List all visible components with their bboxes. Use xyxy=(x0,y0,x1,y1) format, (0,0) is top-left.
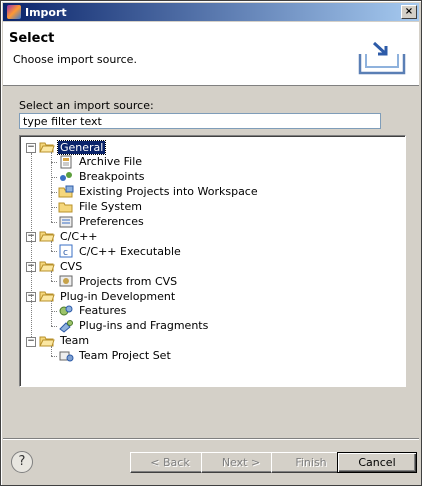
folder-open-icon xyxy=(39,334,55,348)
source-label: Select an import source: xyxy=(19,99,154,112)
projects-from-cvs-icon xyxy=(58,274,74,288)
tree-item-label: File System xyxy=(79,200,142,214)
cancel-button[interactable]: Cancel xyxy=(337,452,417,473)
tree-group-label: General xyxy=(56,139,107,155)
folder-open-icon xyxy=(39,289,55,303)
import-dialog: Import × Select Choose import source. Se… xyxy=(0,0,422,486)
archive-file-icon xyxy=(58,155,74,169)
filter-input[interactable] xyxy=(19,113,381,129)
tree-item-file-system[interactable]: File System xyxy=(58,200,144,214)
tree-item-label: Preferences xyxy=(79,215,144,228)
tree-item-c-c-executable[interactable]: c C/C++ Executable xyxy=(58,244,183,258)
folder-open-icon xyxy=(39,259,55,273)
window-title: Import xyxy=(25,5,67,19)
tree-item-breakpoints[interactable]: Breakpoints xyxy=(58,170,147,184)
back-button[interactable]: < Back xyxy=(130,452,210,473)
tree-group-label: Team xyxy=(60,334,90,348)
plug-ins-and-fragments-icon xyxy=(58,319,74,333)
folder-open-icon xyxy=(39,229,55,243)
tree-item-preferences[interactable]: Preferences xyxy=(58,215,146,229)
tree-connector xyxy=(51,271,52,282)
tree-item-team-project-set[interactable]: Team Project Set xyxy=(58,349,173,363)
tree-group-c-c[interactable]: C/C++ xyxy=(39,229,100,243)
tree-connector xyxy=(51,345,52,356)
help-icon[interactable]: ? xyxy=(11,451,33,473)
tree-item-label: Archive File xyxy=(79,155,143,169)
tree-connector xyxy=(51,301,52,326)
tree-group-label: CVS xyxy=(60,259,83,273)
tree-connector xyxy=(51,325,57,327)
tree-connector xyxy=(51,281,57,283)
tree-item-label: Plug-ins and Fragments xyxy=(79,319,209,333)
tree-connector xyxy=(51,251,57,253)
wizard-banner: Select Choose import source. xyxy=(3,22,419,86)
tree-connector xyxy=(51,221,57,223)
tree-connector xyxy=(31,153,32,337)
tree-item-features[interactable]: Features xyxy=(58,304,128,318)
breakpoints-icon xyxy=(58,170,74,184)
tree-connector xyxy=(51,241,52,252)
tree-item-label: Features xyxy=(79,304,127,318)
tree-item-label: Existing Projects into Workspace xyxy=(79,185,258,199)
import-wizard-icon xyxy=(358,41,406,75)
tree-item-archive-file[interactable]: Archive File xyxy=(58,155,144,169)
tree-item-existing-projects-into-workspace[interactable]: Existing Projects into Workspace xyxy=(58,185,260,199)
tree-item-plug-ins-and-fragments[interactable]: Plug-ins and Fragments xyxy=(58,319,210,333)
tree-group-team[interactable]: Team xyxy=(39,334,91,348)
tree-connector xyxy=(51,152,52,222)
tree-item-label: Breakpoints xyxy=(79,170,145,184)
tree-group-cvs[interactable]: CVS xyxy=(39,259,84,273)
existing-projects-into-workspace-icon xyxy=(58,185,74,199)
tree-group-label: C/C++ xyxy=(60,229,98,243)
svg-text:c: c xyxy=(63,248,68,258)
tree-item-projects-from-cvs[interactable]: Projects from CVS xyxy=(58,274,179,288)
tree-connector xyxy=(51,355,57,357)
tree-group-plug-in-development[interactable]: Plug-in Development xyxy=(39,289,177,303)
file-system-icon xyxy=(58,200,74,214)
tree-group-label: Plug-in Development xyxy=(60,289,176,303)
preferences-icon xyxy=(58,215,74,229)
page-title: Select xyxy=(9,31,55,46)
close-button[interactable]: × xyxy=(401,5,417,19)
tree-group-general[interactable]: General xyxy=(39,139,107,155)
title-bar[interactable]: Import × xyxy=(3,3,419,21)
expander-team[interactable]: − xyxy=(26,336,36,347)
features-icon xyxy=(58,304,74,318)
team-project-set-icon xyxy=(58,349,74,363)
eclipse-app-icon xyxy=(7,5,21,19)
tree-item-label: C/C++ Executable xyxy=(79,244,181,258)
folder-open-icon xyxy=(39,140,55,154)
tree-item-label: Team Project Set xyxy=(79,349,171,363)
button-bar-separator xyxy=(3,438,419,440)
import-source-tree[interactable]: − General Archive File Breakpoints Existing … xyxy=(19,135,406,387)
page-description: Choose import source. xyxy=(13,53,137,66)
c-c-executable-icon: c xyxy=(58,244,74,258)
tree-item-label: Projects from CVS xyxy=(79,274,178,288)
next-button[interactable]: Next > xyxy=(201,452,281,473)
expander-general[interactable]: − xyxy=(26,143,36,153)
